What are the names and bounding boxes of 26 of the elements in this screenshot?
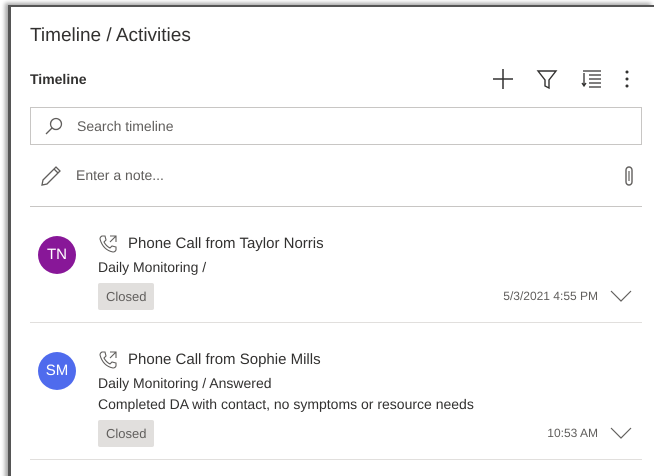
phone-icon (98, 234, 118, 254)
status-tag: Closed (98, 420, 154, 447)
note-field[interactable]: Enter a note... (76, 165, 610, 186)
phone-icon (98, 350, 118, 370)
add-icon[interactable] (492, 68, 514, 90)
attachment-icon[interactable] (624, 166, 634, 186)
search-field[interactable]: Search timeline (30, 107, 642, 145)
activity-title[interactable]: Phone Call from Taylor Norris (128, 233, 324, 256)
activity-description: Completed DA with contact, no symptoms or resource needs (98, 394, 474, 414)
panel-title: Timeline / Activities (30, 24, 191, 48)
pencil-icon (40, 164, 62, 186)
chevron-down-icon[interactable] (610, 427, 632, 440)
chevron-down-icon[interactable] (610, 290, 632, 302)
search-icon (45, 117, 63, 135)
activity-description: Daily Monitoring / (98, 258, 206, 276)
status-tag: Closed (98, 282, 154, 310)
sort-list-icon[interactable] (580, 69, 602, 89)
timestamp: 10:53 AM (547, 425, 598, 442)
more-icon[interactable] (624, 69, 630, 89)
activity-title[interactable]: Phone Call from Sophie Mills (128, 349, 321, 372)
avatar: SM (38, 352, 76, 390)
section-label: Timeline (30, 70, 87, 88)
activity-description: Daily Monitoring / Answered (98, 374, 272, 392)
avatar: TN (38, 236, 76, 274)
filter-icon[interactable] (536, 68, 558, 90)
timestamp: 5/3/2021 4:55 PM (503, 288, 598, 306)
